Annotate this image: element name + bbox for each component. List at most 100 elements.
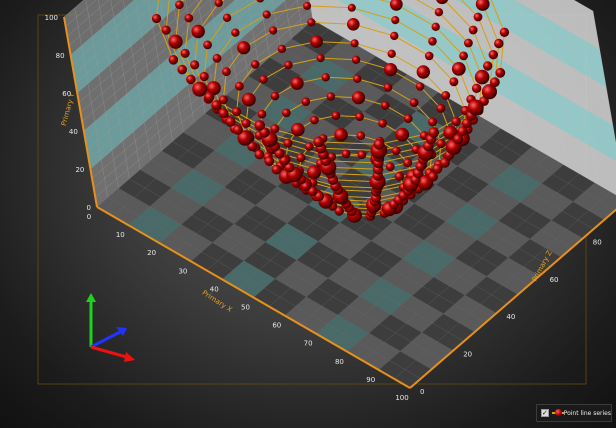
data-point [282,108,291,118]
data-point [296,153,306,163]
y-axis-tick-label: 20 [75,166,84,174]
data-point [283,138,293,148]
data-point [351,55,361,64]
data-point [190,60,200,70]
data-point [409,98,419,107]
legend-series-swatch-icon [551,409,564,417]
data-point [490,77,500,88]
data-point [394,171,404,181]
data-point [395,127,410,142]
data-point [222,13,232,22]
x-axis-tick-label: 10 [116,231,125,239]
data-point [495,67,506,78]
data-point [391,16,400,25]
y-axis-tick-label: 0 [87,204,91,212]
data-point [353,74,362,84]
x-axis-tick-label: 70 [304,340,313,348]
data-point [473,12,483,22]
data-point [347,18,360,31]
data-point [259,75,268,84]
data-point [186,74,196,85]
data-point [277,44,287,54]
axis-orientation-triad-icon [86,293,135,362]
data-point [304,142,314,151]
data-point [321,73,330,82]
data-point [383,83,393,92]
data-point [483,61,493,71]
data-point [235,81,244,91]
data-point [449,77,459,87]
data-point [471,83,482,94]
data-point [499,27,510,37]
data-point [291,122,305,137]
data-point [270,91,280,101]
data-point [356,131,366,141]
data-point [264,156,275,167]
data-point [451,116,461,127]
x-axis-tick-label: 30 [178,267,187,275]
z-axis-tick-label: 80 [593,238,602,246]
data-point [191,24,205,39]
data-point [428,37,437,46]
data-point [254,149,265,160]
data-point [441,91,451,100]
y-axis-tick-label: 100 [45,14,58,22]
data-point [416,65,430,79]
data-point [307,165,321,180]
data-point [436,103,446,113]
data-point [232,107,242,117]
triad-z-arrow [90,330,121,349]
data-point [313,136,325,148]
data-point [290,76,304,90]
chart-canvas: 0102030405060708090100020406080100020406… [37,0,616,402]
data-point [180,48,190,58]
data-point [231,28,240,37]
data-point [385,162,395,172]
data-point [237,41,251,55]
data-point [434,8,444,17]
legend[interactable]: ✓ Point line series [536,404,612,422]
data-point [301,97,311,106]
data-point [488,50,498,60]
data-point [199,71,209,82]
data-point [387,49,396,58]
data-point [341,149,351,159]
data-point [357,150,367,160]
y-axis-tick-label: 40 [69,128,78,136]
data-point [373,138,385,150]
data-point [204,91,215,102]
data-point [467,99,484,116]
data-point [378,118,387,128]
data-point [310,35,323,48]
triad-y-head [86,293,96,302]
x-axis-tick-label: 90 [366,376,375,384]
data-point [177,64,187,75]
data-point [391,146,401,156]
data-point [218,108,229,119]
data-point [254,120,265,131]
data-point [326,92,335,101]
data-point [307,18,316,27]
data-point [474,69,490,85]
x-axis-tick-label: 20 [147,249,156,257]
x-axis-tick-label: 60 [272,322,281,330]
data-point [271,164,282,175]
data-point [262,10,271,19]
chart-area[interactable]: 0102030405060708090100020406080100020406… [0,0,616,428]
legend-series-label: Point line series [563,409,611,417]
data-point [161,25,171,35]
data-point [184,13,194,23]
data-point [241,92,256,107]
data-point [468,25,478,35]
data-point [212,53,222,63]
data-point [316,54,325,63]
legend-checkbox[interactable]: ✓ [541,409,549,417]
data-point [257,109,267,119]
data-point [168,55,179,65]
data-point [232,124,243,135]
data-point [384,63,398,77]
data-point [241,118,251,128]
data-point [390,31,399,41]
data-point [351,91,366,105]
data-point [436,139,446,149]
